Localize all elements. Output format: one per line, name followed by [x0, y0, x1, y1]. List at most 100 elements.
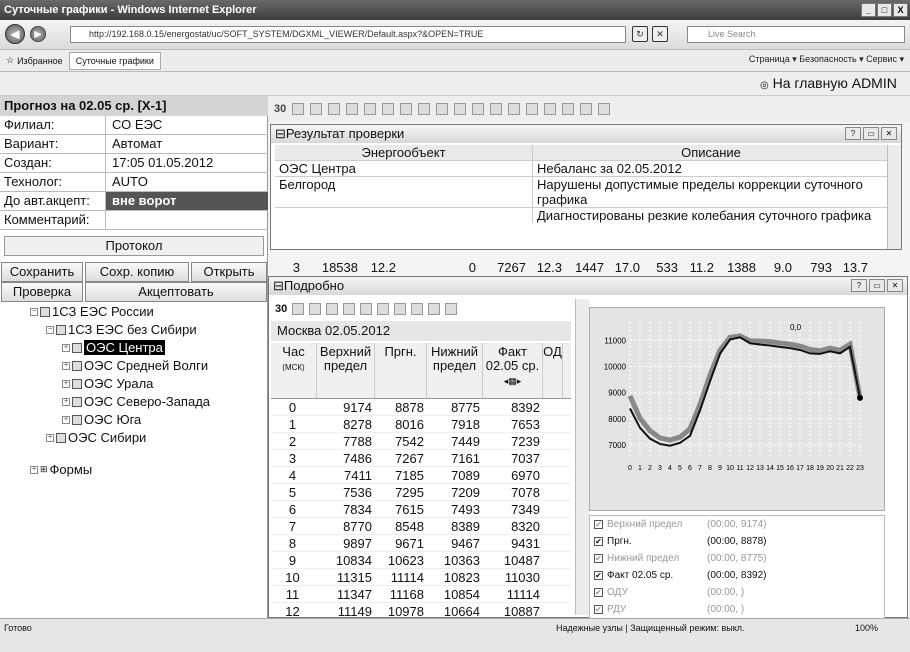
table-cell[interactable]: 7788 — [317, 433, 375, 449]
table-cell[interactable]: 11114 — [483, 586, 543, 602]
table-cell[interactable]: 7493 — [427, 501, 483, 517]
table-cell[interactable]: 8878 — [375, 399, 427, 415]
period-30-button[interactable]: 30 — [275, 303, 287, 315]
tree-node[interactable]: ОЭС Северо-Запада — [84, 394, 210, 409]
table-cell[interactable]: 10887 — [483, 603, 543, 619]
checkbox-icon[interactable] — [72, 378, 82, 389]
table-cell[interactable]: 11 — [271, 586, 317, 602]
table-cell[interactable]: 7 — [271, 518, 317, 534]
date-nav-icon[interactable]: ◂▦▸ — [504, 376, 522, 386]
bar-icon[interactable] — [394, 303, 407, 315]
checkbox-icon[interactable] — [72, 342, 82, 353]
vertical-scrollbar[interactable] — [887, 145, 901, 249]
table-row[interactable]: 10 11315 11114 10823 11030 — [271, 569, 571, 586]
minimize-button[interactable]: _ — [861, 3, 876, 17]
table-cell[interactable] — [543, 501, 563, 517]
table-row[interactable]: 9 10834 10623 10363 10487 — [271, 552, 571, 569]
paste-icon[interactable] — [346, 103, 359, 115]
legend-item[interactable]: ✔ Нижний предел (00:00, 8775) — [590, 550, 884, 567]
back-icon[interactable]: ◀ — [5, 24, 25, 44]
filter-icon[interactable] — [400, 103, 413, 115]
expand-icon[interactable]: + — [62, 379, 70, 388]
tree-node[interactable]: ОЭС Сибири — [68, 430, 146, 445]
edit-icon[interactable] — [310, 103, 323, 115]
table-cell[interactable]: 9 — [271, 552, 317, 568]
table-cell[interactable]: 7542 — [375, 433, 427, 449]
help-icon[interactable]: ? — [851, 279, 867, 292]
forward-icon[interactable]: ▶ — [30, 26, 46, 42]
legend-item[interactable]: ✔ ОДУ (00:00, ) — [590, 584, 884, 601]
ie-command-bar[interactable]: Страница ▾ Безопасность ▾ Сервис ▾ — [749, 54, 904, 65]
table-cell[interactable]: 10 — [271, 569, 317, 585]
table-cell[interactable]: 11030 — [483, 569, 543, 585]
copy-icon[interactable] — [328, 103, 341, 115]
table-cell[interactable]: 7615 — [375, 501, 427, 517]
table-cell[interactable]: 7295 — [375, 484, 427, 500]
restore-icon[interactable]: ▭ — [863, 127, 879, 140]
expand-icon[interactable]: + — [46, 433, 54, 442]
table-cell[interactable] — [543, 603, 563, 619]
table-row[interactable]: 3 7486 7267 7161 7037 — [271, 450, 571, 467]
table-cell[interactable]: 8775 — [427, 399, 483, 415]
expand-icon[interactable]: + — [62, 361, 70, 370]
table-cell[interactable]: 8016 — [375, 416, 427, 432]
table-row[interactable]: 4 7411 7185 7089 6970 — [271, 467, 571, 484]
chart-icon[interactable] — [326, 303, 339, 315]
comment-field[interactable] — [106, 211, 268, 229]
refresh-icon[interactable]: ↻ — [632, 26, 648, 42]
sum-icon[interactable] — [562, 103, 575, 115]
table-cell[interactable]: 3 — [271, 450, 317, 466]
table-icon[interactable] — [377, 303, 390, 315]
table-cell[interactable]: 10487 — [483, 552, 543, 568]
calc-icon[interactable] — [544, 103, 557, 115]
table-cell[interactable]: 11149 — [317, 603, 375, 619]
table-cell[interactable]: 7089 — [427, 467, 483, 483]
table-cell[interactable]: 8392 — [483, 399, 543, 415]
favorites-label[interactable]: Избранное — [17, 56, 63, 66]
check-icon[interactable] — [526, 103, 539, 115]
checkbox-icon[interactable] — [72, 360, 82, 371]
tree-node[interactable]: Формы — [50, 462, 93, 477]
table-cell[interactable]: 7411 — [317, 467, 375, 483]
table-cell[interactable] — [543, 586, 563, 602]
table-cell[interactable] — [543, 535, 563, 551]
table-cell[interactable]: 11315 — [317, 569, 375, 585]
table-cell[interactable]: 7653 — [483, 416, 543, 432]
table-row[interactable]: 5 7536 7295 7209 7078 — [271, 484, 571, 501]
check-button[interactable]: Проверка — [1, 282, 83, 302]
zoom-level[interactable]: 100% — [855, 623, 878, 633]
home-link[interactable]: На главную — [773, 75, 848, 91]
table-cell[interactable]: 7536 — [317, 484, 375, 500]
admin-label[interactable]: ADMIN — [852, 75, 897, 91]
chart-icon[interactable] — [364, 103, 377, 115]
graph-icon[interactable] — [411, 303, 424, 315]
table-cell[interactable]: 7209 — [427, 484, 483, 500]
stop-icon[interactable]: ✕ — [652, 26, 668, 42]
checkbox-icon[interactable] — [72, 396, 82, 407]
tree-node[interactable]: 1СЗ ЕЭС без Сибири — [68, 322, 197, 337]
undo-icon[interactable] — [382, 103, 395, 115]
description-cell[interactable]: Диагностированы резкие колебания суточно… — [533, 208, 889, 223]
scale-icon[interactable] — [360, 303, 373, 315]
checkbox-icon[interactable]: ✔ — [594, 554, 603, 563]
expand-chart-icon[interactable] — [428, 303, 441, 315]
table-cell[interactable]: 2 — [271, 433, 317, 449]
table-row[interactable]: 0 9174 8878 8775 8392 — [271, 399, 571, 416]
table-cell[interactable]: 8320 — [483, 518, 543, 534]
csv-icon[interactable] — [598, 103, 611, 115]
table-cell[interactable]: 11347 — [317, 586, 375, 602]
table-cell[interactable] — [543, 433, 563, 449]
table-cell[interactable]: 6 — [271, 501, 317, 517]
table-cell[interactable]: 9174 — [317, 399, 375, 415]
legend-item[interactable]: ✔ Пргн. (00:00, 8878) — [590, 533, 884, 550]
table-cell[interactable]: 7037 — [483, 450, 543, 466]
table-cell[interactable]: 12 — [271, 603, 317, 619]
table-cell[interactable]: 7161 — [427, 450, 483, 466]
table-cell[interactable]: 5 — [271, 484, 317, 500]
table-cell[interactable]: 11114 — [375, 569, 427, 585]
table-cell[interactable]: 10664 — [427, 603, 483, 619]
paste-icon[interactable] — [309, 303, 322, 315]
vertical-scrollbar[interactable] — [575, 299, 589, 615]
line-icon[interactable] — [445, 303, 458, 315]
table-cell[interactable]: 10978 — [375, 603, 427, 619]
